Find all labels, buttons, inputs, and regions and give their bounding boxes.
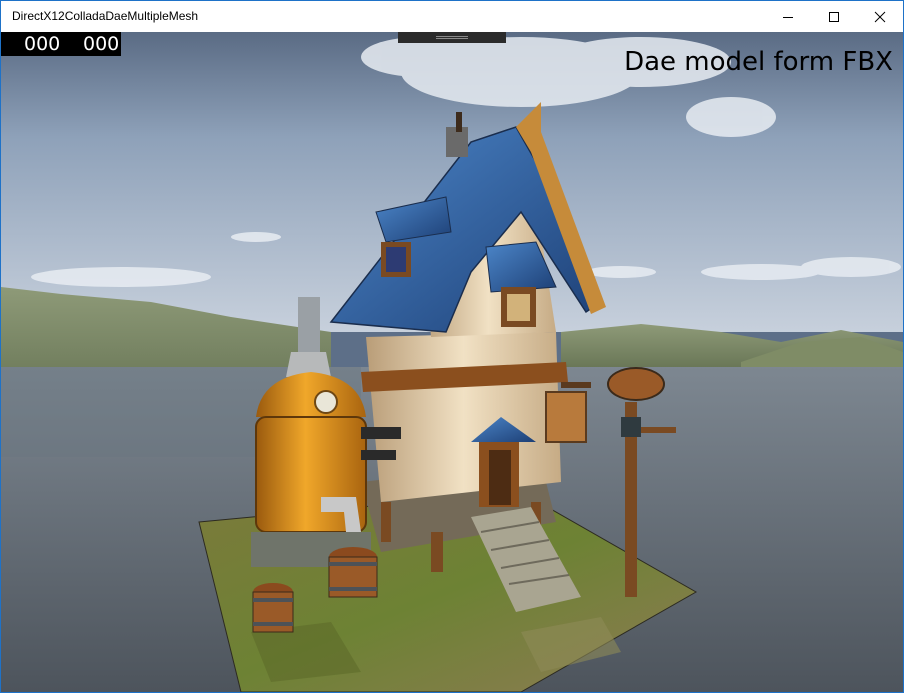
grip-line bbox=[436, 36, 468, 37]
title-bar[interactable]: DirectX12ColladaDaeMultipleMesh bbox=[1, 1, 903, 32]
counter-left: 000 bbox=[24, 33, 61, 55]
frame-counter: 000 000 bbox=[1, 32, 121, 56]
close-icon bbox=[874, 11, 886, 22]
render-viewport[interactable]: 000 000 Dae model form FBX bbox=[1, 32, 903, 692]
maximize-icon bbox=[829, 11, 839, 22]
minimize-icon bbox=[783, 16, 793, 18]
counter-right: 000 bbox=[83, 33, 120, 55]
rendered-scene bbox=[1, 32, 903, 692]
app-window: DirectX12ColladaDaeMultipleMesh 000 000 … bbox=[0, 0, 904, 693]
drag-handle[interactable] bbox=[398, 32, 506, 43]
close-button[interactable] bbox=[857, 1, 903, 32]
grip-line bbox=[436, 38, 468, 39]
window-title: DirectX12ColladaDaeMultipleMesh bbox=[12, 9, 199, 23]
scene-caption: Dae model form FBX bbox=[624, 47, 893, 77]
maximize-button[interactable] bbox=[811, 1, 857, 32]
minimize-button[interactable] bbox=[765, 1, 811, 32]
